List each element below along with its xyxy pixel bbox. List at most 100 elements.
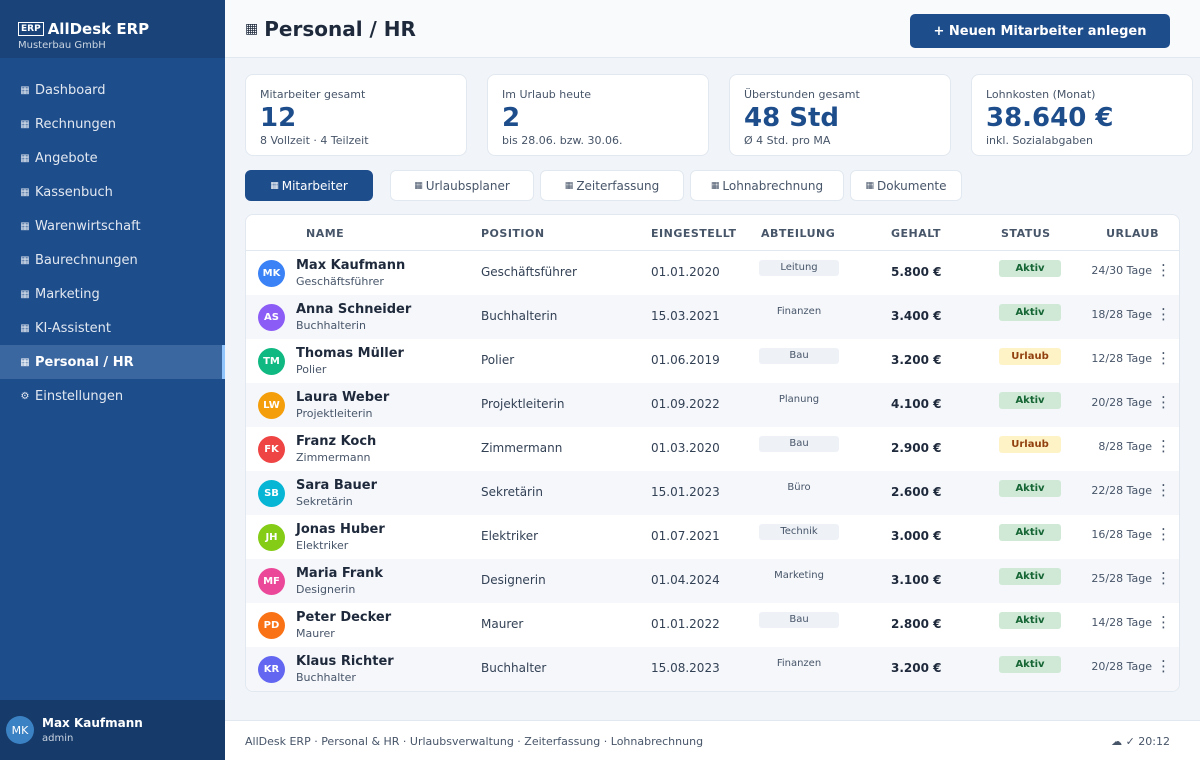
vacation-cell: 20/28 Tage ⋮ [1091, 657, 1171, 675]
stat-card: Im Urlaub heute 2 bis 28.06. bzw. 30.06. [487, 74, 709, 156]
employee-name: Thomas Müller [296, 346, 404, 361]
hired-date-cell: 15.03.2021 [651, 309, 720, 323]
grid-icon: ▦ [20, 356, 30, 368]
sidebar-item-dashboard[interactable]: ▦ Dashboard [0, 73, 225, 107]
table-row[interactable]: MF Maria Frank Designerin Designerin 01.04.2… [246, 559, 1179, 603]
sync-status: ☁ ✓ 20:12 [1111, 735, 1170, 748]
kebab-menu-icon[interactable]: ⋮ [1156, 261, 1171, 279]
table-row[interactable]: PD Peter Decker Maurer Maurer 01.01.2022 Bau 2… [246, 603, 1179, 647]
kebab-menu-icon[interactable]: ⋮ [1156, 657, 1171, 675]
table-row[interactable]: SB Sara Bauer Sekretärin Sekretärin 15.01.20… [246, 471, 1179, 515]
grid-icon: ▦ [20, 84, 30, 96]
tab-dokumente[interactable]: ▦ Dokumente [850, 170, 962, 201]
column-header-gehalt: GEHALT [891, 227, 941, 240]
sidebar-item-rechnungen[interactable]: ▦ Rechnungen [0, 107, 225, 141]
sidebar-item-label: Baurechnungen [35, 252, 138, 268]
position-cell: Polier [481, 353, 515, 367]
hired-date-cell: 01.04.2024 [651, 573, 720, 587]
status-badge: Aktiv [999, 656, 1061, 673]
table-row[interactable]: AS Anna Schneider Buchhalterin Buchhalterin… [246, 295, 1179, 339]
grid-icon: ▦ [245, 21, 259, 37]
sidebar-item-baurechnungen[interactable]: ▦ Baurechnungen [0, 243, 225, 277]
stat-value: 38.640 € [986, 103, 1114, 133]
employee-role: Zimmermann [296, 451, 371, 464]
employee-role: Sekretärin [296, 495, 353, 508]
stat-label: Im Urlaub heute [502, 88, 592, 101]
sidebar-item-label: Einstellungen [35, 388, 124, 404]
employee-name: Sara Bauer [296, 478, 378, 493]
tab-label: Dokumente [876, 178, 947, 193]
tab-label: Lohnabrechnung [722, 178, 824, 193]
table-row[interactable]: LW Laura Weber Projektleiterin Projektleite… [246, 383, 1179, 427]
user-profile[interactable]: MK Max Kaufmann admin [0, 700, 225, 760]
avatar: KR [258, 656, 285, 683]
stat-card: Mitarbeiter gesamt 12 8 Vollzeit · 4 Teilz… [245, 74, 467, 156]
department-badge: Technik [759, 524, 839, 540]
employee-role: Maurer [296, 627, 335, 640]
column-header-status: STATUS [1001, 227, 1051, 240]
stat-subtext: Ø 4 Std. pro MA [744, 134, 831, 147]
tab-mitarbeiter[interactable]: ▦ Mitarbeiter [245, 170, 373, 201]
vacation-cell: 14/28 Tage ⋮ [1091, 613, 1171, 631]
position-cell: Maurer [481, 617, 524, 631]
employee-role: Geschäftsführer [296, 275, 384, 288]
sidebar-item-label: Dashboard [35, 82, 106, 98]
kebab-menu-icon[interactable]: ⋮ [1156, 613, 1171, 631]
kebab-menu-icon[interactable]: ⋮ [1156, 349, 1171, 367]
kebab-menu-icon[interactable]: ⋮ [1156, 525, 1171, 543]
vacation-days: 12/28 Tage [1091, 351, 1152, 365]
vacation-days: 20/28 Tage [1091, 395, 1152, 409]
position-cell: Zimmermann [481, 441, 563, 455]
tab-urlaubsplaner[interactable]: ▦ Urlaubsplaner [390, 170, 534, 201]
table-row[interactable]: MK Max Kaufmann Geschäftsführer Geschäftsfü… [246, 251, 1179, 295]
salary-cell: 2.600 € [891, 485, 942, 499]
table-body: MK Max Kaufmann Geschäftsführer Geschäftsfü… [246, 251, 1179, 691]
sidebar-item-warenwirtschaft[interactable]: ▦ Warenwirtschaft [0, 209, 225, 243]
tab-label: Mitarbeiter [281, 178, 348, 193]
department-badge: Bau [759, 348, 839, 364]
vacation-days: 20/28 Tage [1091, 659, 1152, 673]
employee-name: Jonas Huber [296, 522, 385, 537]
hired-date-cell: 01.03.2020 [651, 441, 720, 455]
avatar: AS [258, 304, 285, 331]
position-cell: Geschäftsführer [481, 265, 577, 279]
sidebar-nav: ▦ Dashboard ▦ Rechnungen ▦ Angebote ▦ Kassenbuc… [0, 73, 225, 413]
kebab-menu-icon[interactable]: ⋮ [1156, 393, 1171, 411]
salary-cell: 3.200 € [891, 661, 942, 675]
salary-cell: 3.100 € [891, 573, 942, 587]
hired-date-cell: 01.01.2020 [651, 265, 720, 279]
grid-icon: ▦ [20, 152, 30, 164]
kebab-menu-icon[interactable]: ⋮ [1156, 481, 1171, 499]
stat-card: Überstunden gesamt 48 Std Ø 4 Std. pro MA [729, 74, 951, 156]
app-name: AllDesk ERP [47, 20, 150, 38]
sidebar-item-personal-hr[interactable]: ▦ Personal / HR [0, 345, 225, 379]
table-header: NAME POSITION EINGESTELLT ABTEILUNG GEHALT ST… [246, 215, 1179, 251]
vacation-cell: 25/28 Tage ⋮ [1091, 569, 1171, 587]
status-badge: Aktiv [999, 480, 1061, 497]
table-row[interactable]: FK Franz Koch Zimmermann Zimmermann 01.03.20… [246, 427, 1179, 471]
sidebar-item-einstellungen[interactable]: ⚙ Einstellungen [0, 379, 225, 413]
sidebar-item-kassenbuch[interactable]: ▦ Kassenbuch [0, 175, 225, 209]
kebab-menu-icon[interactable]: ⋮ [1156, 305, 1171, 323]
position-cell: Buchhalterin [481, 309, 558, 323]
employee-name: Peter Decker [296, 610, 392, 625]
tab-lohnabrechnung[interactable]: ▦ Lohnabrechnung [690, 170, 844, 201]
sidebar: ERP AllDesk ERP Musterbau GmbH ▦ Dashboar… [0, 0, 225, 760]
kebab-menu-icon[interactable]: ⋮ [1156, 437, 1171, 455]
tab-label: Zeiterfassung [576, 178, 660, 193]
kebab-menu-icon[interactable]: ⋮ [1156, 569, 1171, 587]
table-row[interactable]: TM Thomas Müller Polier Polier 01.06.2019 Bau… [246, 339, 1179, 383]
avatar: MK [6, 716, 34, 744]
add-employee-button[interactable]: + Neuen Mitarbeiter anlegen [910, 14, 1170, 48]
sidebar-item-angebote[interactable]: ▦ Angebote [0, 141, 225, 175]
employee-role: Projektleiterin [296, 407, 373, 420]
hired-date-cell: 01.06.2019 [651, 353, 720, 367]
table-row[interactable]: KR Klaus Richter Buchhalter Buchhalter 15.08… [246, 647, 1179, 691]
tab-zeiterfassung[interactable]: ▦ Zeiterfassung [540, 170, 684, 201]
sidebar-item-ki-assistent[interactable]: ▦ KI-Assistent [0, 311, 225, 345]
vacation-cell: 16/28 Tage ⋮ [1091, 525, 1171, 543]
employee-name: Franz Koch [296, 434, 377, 449]
table-row[interactable]: JH Jonas Huber Elektriker Elektriker 01.07.2… [246, 515, 1179, 559]
sidebar-item-marketing[interactable]: ▦ Marketing [0, 277, 225, 311]
stat-label: Überstunden gesamt [744, 88, 860, 101]
